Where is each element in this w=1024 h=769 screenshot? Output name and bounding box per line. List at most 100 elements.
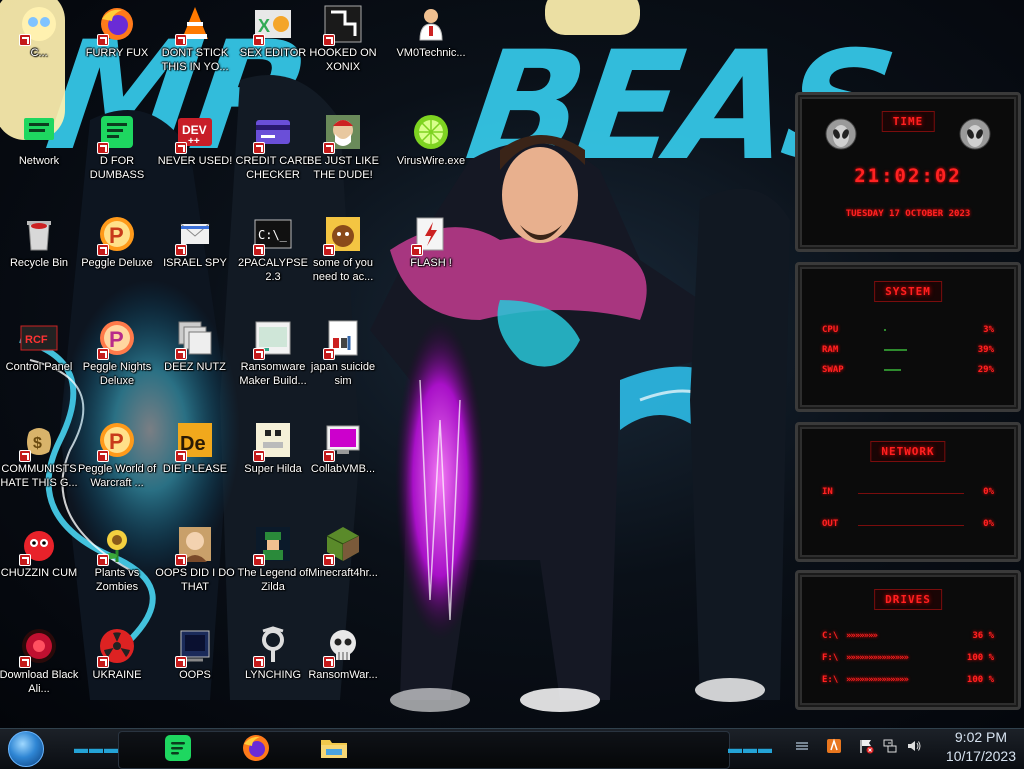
ram-bar: [884, 349, 907, 351]
shortcut-arrow-icon: [253, 554, 265, 566]
network-widget: NETWORK IN 0% OUT 0%: [795, 422, 1021, 562]
desktop-icon-israelspy[interactable]: ISRAEL SPY: [154, 214, 236, 270]
swap-value: 29%: [977, 365, 994, 375]
network-icon: [19, 112, 59, 152]
shortcut-arrow-icon: [253, 450, 265, 462]
desktop-icon-recyclebin[interactable]: Recycle Bin: [0, 214, 80, 270]
desktop-icon-dontstick[interactable]: DONT STICK THIS IN YO...: [154, 4, 236, 74]
system-widget-header: SYSTEM: [874, 281, 942, 302]
shortcut-arrow-icon: [323, 142, 335, 154]
taskbar-spotify-button[interactable]: [162, 732, 194, 764]
taskbar-file-explorer-button[interactable]: [318, 732, 350, 764]
shortcut-arrow-icon: [19, 450, 31, 462]
time-widget: TIME 21:02:02 TUESDAY 17 OCTOBER 2023: [795, 92, 1021, 252]
desktop-icon-neverused[interactable]: DEV ++ NEVER USED!: [154, 112, 236, 168]
ram-row: RAM 39%: [822, 345, 994, 355]
desktop-icon-hookedon[interactable]: HOOKED ON XONIX: [302, 4, 384, 74]
svg-text:DEV: DEV: [182, 123, 207, 137]
desktop-icon-peggle[interactable]: P Peggle Deluxe: [76, 214, 158, 270]
desktop-icon-ransomwar[interactable]: RansomWar...: [302, 626, 384, 682]
shortcut-arrow-icon: [253, 656, 265, 668]
desktop-icon-flash[interactable]: FLASH !: [390, 214, 472, 270]
desktop-icon-label: Peggle Nights Deluxe: [82, 361, 152, 387]
shortcut-arrow-icon: [97, 450, 109, 462]
desktop-icon-oops[interactable]: OOPS: [154, 626, 236, 682]
zilda-icon: [253, 524, 293, 566]
desktop-icon-label: DIE PLEASE: [162, 463, 228, 475]
desktop-icon-someofyou[interactable]: some of you need to ac...: [302, 214, 384, 284]
network-tray-icon[interactable]: [882, 738, 898, 754]
flash-icon: [411, 214, 451, 256]
desktop-icon-vm0[interactable]: VM0Technic...: [390, 4, 472, 60]
desktop-icon-label: Minecraft4hr...: [308, 567, 378, 579]
collabvm-icon: [323, 420, 363, 462]
shortcut-arrow-icon: [175, 554, 187, 566]
lynching-icon: [253, 626, 293, 668]
shortcut-arrow-icon: [253, 142, 265, 154]
show-desktop-lines-icon[interactable]: [794, 738, 810, 754]
dontstick-icon: [175, 4, 215, 46]
desktop-icon-network[interactable]: Network: [0, 112, 80, 168]
desktop-icon-label: Network: [18, 155, 60, 167]
shortcut-arrow-icon: [323, 554, 335, 566]
shortcut-arrow-icon: [175, 656, 187, 668]
svg-text:RCF: RCF: [25, 334, 48, 346]
wallpaper-cartoon-top: [545, 0, 640, 35]
shortcut-arrow-icon: [97, 142, 109, 154]
drive-e-row: E:\ »»»»»»»»»»»»»» 100 %: [822, 675, 994, 685]
shortcut-arrow-icon: [253, 244, 265, 256]
communists-icon: $: [19, 420, 59, 462]
shortcut-arrow-icon: [323, 348, 335, 360]
shortcut-arrow-icon: [175, 142, 187, 154]
2pacalypse-icon: C:\_: [253, 214, 293, 256]
desktop-icon-ukraine[interactable]: UKRAINE: [76, 626, 158, 682]
desktop-icon-minecraft[interactable]: Minecraft4hr...: [302, 524, 384, 580]
desktop-icon-oopsdid[interactable]: OOPS DID I DO THAT: [154, 524, 236, 594]
taskbar-decoration-right: ▬▬▬: [728, 740, 773, 756]
blackali-icon: [19, 626, 59, 668]
network-out-value: 0%: [983, 519, 994, 529]
desktop-icon-label: FLASH !: [410, 257, 452, 269]
taskbar-clock[interactable]: 9:02 PM 10/17/2023: [946, 728, 1016, 766]
drive-c-row: C:\ »»»»»»» 36 %: [822, 631, 994, 641]
desktop-icon-label: some of you need to ac...: [312, 257, 374, 283]
volume-icon[interactable]: [906, 738, 922, 754]
desktop-icon-bejust[interactable]: BE JUST LIKE THE DUDE!: [302, 112, 384, 182]
drive-f-value: 100 %: [966, 653, 994, 663]
shortcut-arrow-icon: [97, 244, 109, 256]
desktop-icon-blackali[interactable]: Download Black Ali...: [0, 626, 80, 696]
shortcut-arrow-icon: [253, 348, 265, 360]
desktop-icon-c1[interactable]: C...: [0, 4, 80, 60]
japan-icon: [323, 318, 363, 360]
desktop-icon-label: Peggle World of Warcraft ...: [77, 463, 157, 489]
desktop-icon-pegglenights[interactable]: P Peggle Nights Deluxe: [76, 318, 158, 388]
desktop-icon-pvz[interactable]: Plants vs Zombies: [76, 524, 158, 594]
shortcut-arrow-icon: [323, 34, 335, 46]
network-in-value: 0%: [983, 487, 994, 497]
desktop-icon-chuzzin[interactable]: CHUZZIN CUM: [0, 524, 80, 580]
start-button[interactable]: [8, 731, 44, 767]
tray-app-icon[interactable]: [826, 738, 842, 754]
shortcut-arrow-icon: [175, 244, 187, 256]
shortcut-arrow-icon: [97, 348, 109, 360]
desktop-icon-japan[interactable]: japan suicide sim: [302, 318, 384, 388]
sexeditor-icon: X: [253, 4, 293, 46]
desktop-icon-pegglewow[interactable]: P Peggle World of Warcraft ...: [76, 420, 158, 490]
shortcut-arrow-icon: [97, 554, 109, 566]
desktop-icon-viruswire[interactable]: VirusWire.exe: [390, 112, 472, 168]
action-center-flag-icon[interactable]: [858, 738, 874, 754]
drives-widget: DRIVES C:\ »»»»»»» 36 % F:\ »»»»»»»»»»»»…: [795, 570, 1021, 710]
desktop-icon-furryfux[interactable]: FURRY FUX: [76, 4, 158, 60]
viruswire-icon: [411, 112, 451, 152]
cpu-value: 3%: [983, 325, 994, 335]
pegglenights-icon: P: [97, 318, 137, 360]
desktop-icon-deeznutz[interactable]: DEEZ NUTZ: [154, 318, 236, 374]
desktop-icon-controlpanel[interactable]: RCF Control Panel: [0, 318, 80, 374]
desktop-icon-dforr[interactable]: D FOR DUMBASS: [76, 112, 158, 182]
taskbar-firefox-button[interactable]: [240, 732, 272, 764]
cpu-row: CPU 3%: [822, 325, 994, 335]
desktop-icon-collabvm[interactable]: CollabVMB...: [302, 420, 384, 476]
svg-text:$: $: [33, 435, 42, 452]
desktop-icon-communists[interactable]: $ COMMUNISTS HATE THIS G...: [0, 420, 80, 490]
desktop-icon-dieplease[interactable]: De DIE PLEASE: [154, 420, 236, 476]
